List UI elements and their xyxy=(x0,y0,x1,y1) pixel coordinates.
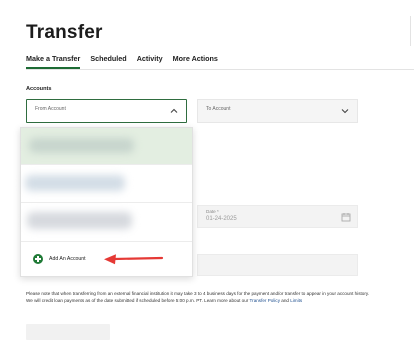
tab-activity[interactable]: Activity xyxy=(137,54,163,69)
memo-field[interactable] xyxy=(197,254,358,276)
notice-joiner: and xyxy=(280,298,291,304)
date-value: 01-24-2025 xyxy=(206,216,237,222)
redacted-account-3 xyxy=(27,212,132,229)
add-account-option[interactable]: Add An Account xyxy=(33,252,86,266)
calendar-icon[interactable] xyxy=(341,212,351,222)
limits-link[interactable]: Limits xyxy=(290,298,302,303)
date-label: Date * xyxy=(206,209,219,214)
transfer-notice: Please note that when transferring from … xyxy=(26,290,371,304)
submit-button[interactable] xyxy=(26,324,110,340)
chevron-down-icon xyxy=(341,109,349,114)
from-account-dropdown: Add An Account xyxy=(20,127,193,277)
dropdown-divider xyxy=(21,241,192,242)
tab-make-a-transfer[interactable]: Make a Transfer xyxy=(26,54,81,69)
window-edge xyxy=(410,16,414,46)
date-field[interactable]: Date * 01-24-2025 xyxy=(197,205,358,228)
notice-text: Please note that when transferring from … xyxy=(26,291,370,304)
page-title: Transfer xyxy=(26,22,103,43)
dropdown-option-account-3[interactable] xyxy=(21,203,192,240)
dropdown-option-account-2[interactable] xyxy=(21,165,192,202)
tab-bar: Make a Transfer Scheduled Activity More … xyxy=(26,54,218,69)
redacted-account-2 xyxy=(25,175,125,191)
to-account-select[interactable]: To Account xyxy=(197,99,358,123)
from-account-select[interactable]: From Account xyxy=(26,99,187,123)
chevron-up-icon xyxy=(170,108,178,113)
from-account-label: From Account xyxy=(35,106,66,112)
tab-scheduled[interactable]: Scheduled xyxy=(90,54,126,69)
tabs-divider xyxy=(26,69,414,70)
transfer-policy-link[interactable]: Transfer Policy xyxy=(250,298,280,303)
add-account-label: Add An Account xyxy=(49,256,86,262)
plus-circle-icon xyxy=(33,254,43,264)
to-account-label: To Account xyxy=(206,106,231,112)
dropdown-option-account-1[interactable] xyxy=(21,128,192,164)
redacted-account-1 xyxy=(29,138,134,153)
tab-more-actions[interactable]: More Actions xyxy=(173,54,218,69)
accounts-section-label: Accounts xyxy=(26,86,52,92)
